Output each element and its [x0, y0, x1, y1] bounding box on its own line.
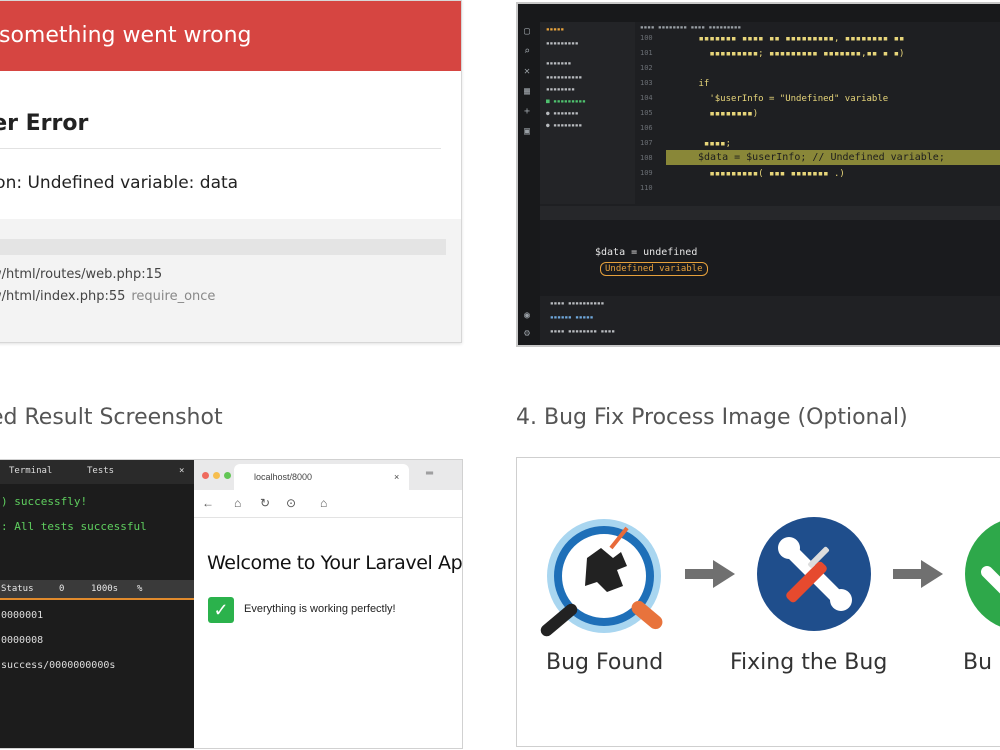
- step-label-fixing: Fixing the Bug: [730, 650, 888, 675]
- fixing-tools-icon: [757, 517, 871, 631]
- status-count: 0: [59, 584, 65, 594]
- terminal: Terminal Tests × ) successfly! : All tes…: [0, 460, 194, 748]
- sidebar-item[interactable]: ▪▪▪▪▪: [546, 26, 564, 33]
- arrow-icon: [685, 560, 735, 588]
- settings-icon[interactable]: ⚙: [524, 328, 530, 339]
- terminal-output-line: : All tests successful: [1, 520, 147, 533]
- browser-toolbar: ← ⌂ ↻ ⊙ ⌂: [194, 490, 462, 518]
- sidebar-item-active[interactable]: ■ ▪▪▪▪▪▪▪▪▪: [546, 98, 586, 105]
- error-banner: something went wrong: [0, 1, 461, 71]
- files-icon[interactable]: ▢: [524, 26, 530, 37]
- trace-header-bar: [0, 239, 446, 255]
- sidebar-item[interactable]: ● ▪▪▪▪▪▪▪: [546, 110, 579, 117]
- browser-tab[interactable]: localhost/8000 ×: [234, 464, 409, 490]
- bottom-item[interactable]: ▪▪▪▪ ▪▪▪▪▪▪▪▪▪▪: [550, 300, 604, 307]
- ide-title-bar: [518, 4, 1000, 22]
- welcome-heading: Welcome to Your Laravel App!: [207, 552, 463, 574]
- menu-icon[interactable]: ═: [426, 468, 433, 479]
- activity-bar: ▢ ⌕ ✕ ▦ + ▣ ◉ ⚙: [518, 22, 540, 345]
- explorer-sidebar: ▪▪▪▪▪ ▪▪▪▪▪▪▪▪▪ ▪▪▪▪▪▪▪ ▪▪▪▪▪▪▪▪▪▪ ▪▪▪▪▪…: [540, 22, 635, 204]
- bottom-item[interactable]: ▪▪▪▪▪▪ ▪▪▪▪▪: [550, 314, 593, 321]
- highlighted-code: $data = $userInfo; // Undefined variable…: [698, 152, 945, 163]
- search-icon[interactable]: ⌕: [524, 46, 530, 57]
- stop-icon[interactable]: ⊙: [286, 496, 296, 510]
- browser-tab-title: localhost/8000: [254, 472, 313, 482]
- success-message: Everything is working perfectly!: [244, 603, 396, 615]
- status-time: 1000s: [91, 584, 119, 594]
- error-banner-text: something went wrong: [0, 23, 252, 48]
- trace-file: w/html/index.php:55: [0, 289, 126, 304]
- trace-file: w/html/routes/web.php:15: [0, 267, 163, 282]
- status-percent: %: [137, 584, 143, 594]
- stack-trace: w/html/routes/web.php:15 w/html/index.ph…: [0, 219, 461, 342]
- sidebar-item[interactable]: ▪▪▪▪▪▪▪▪: [546, 86, 575, 93]
- terminal-tabs: Terminal Tests ×: [0, 460, 194, 484]
- bug-fixed-icon: [965, 521, 1000, 627]
- back-icon[interactable]: ←: [202, 496, 214, 510]
- result-panel: Terminal Tests × ) successfly! : All tes…: [0, 459, 463, 749]
- terminal-tab[interactable]: Terminal: [9, 466, 52, 476]
- add-icon[interactable]: +: [524, 106, 530, 117]
- forward-icon[interactable]: ⌂: [234, 496, 241, 510]
- sidebar-item[interactable]: ▪▪▪▪▪▪▪: [546, 60, 571, 67]
- line-numbers: 100 101 102 103 104 105 106 107 108 109 110: [640, 34, 653, 192]
- browser-window: localhost/8000 × ═ ← ⌂ ↻ ⊙ ⌂ Welcome to …: [194, 460, 463, 748]
- divider: [0, 148, 441, 149]
- process-heading: 4. Bug Fix Process Image (Optional): [516, 405, 908, 430]
- close-tab-icon[interactable]: ×: [394, 472, 399, 482]
- debug-variable: $data = undefined: [595, 247, 698, 258]
- bug-found-icon: [540, 519, 663, 637]
- terminal-row: success/0000000000s: [1, 660, 116, 671]
- terminal-row: 0000001: [1, 610, 44, 621]
- debug-icon[interactable]: ✕: [524, 66, 530, 77]
- trace-line: w/html/index.php:55 require_once: [0, 289, 215, 304]
- debug-console: $data = undefined Undefined variable: [540, 220, 1000, 300]
- terminal-status-bar: Status 0 1000s %: [0, 580, 194, 600]
- close-window-icon[interactable]: [202, 472, 209, 479]
- error-title: rver Error: [0, 111, 89, 136]
- debug-panel-header[interactable]: [540, 206, 1000, 220]
- tests-tab[interactable]: Tests: [87, 466, 114, 476]
- terminal-row: 0000008: [1, 635, 44, 646]
- sidebar-item[interactable]: ▪▪▪▪▪▪▪▪▪▪: [546, 74, 582, 81]
- check-icon: ✓: [208, 597, 234, 623]
- trace-line: w/html/routes/web.php:15: [0, 267, 162, 282]
- step-label-bug-found: Bug Found: [546, 650, 664, 675]
- bottom-item[interactable]: ▪▪▪▪ ▪▪▪▪▪▪▪▪ ▪▪▪▪: [550, 328, 615, 335]
- extensions-icon[interactable]: ▦: [524, 86, 530, 97]
- trace-function: require_once: [131, 289, 216, 304]
- sidebar-item[interactable]: ● ▪▪▪▪▪▪▪▪: [546, 122, 582, 129]
- bottom-panel: ▪▪▪▪ ▪▪▪▪▪▪▪▪▪▪ ▪▪▪▪▪▪ ▪▪▪▪▪ ▪▪▪▪ ▪▪▪▪▪▪…: [540, 296, 1000, 345]
- result-heading: ed Result Screenshot: [0, 405, 223, 430]
- sidebar-item[interactable]: ▪▪▪▪▪▪▪▪▪: [546, 40, 579, 47]
- run-icon[interactable]: ▣: [524, 126, 530, 137]
- account-icon[interactable]: ◉: [524, 310, 530, 321]
- maximize-window-icon[interactable]: [224, 472, 231, 479]
- error-page-panel: something went wrong rver Error ption: U…: [0, 0, 462, 343]
- status-label: Status: [1, 584, 34, 594]
- arrow-icon: [893, 560, 943, 588]
- browser-tab-bar: localhost/8000 × ═: [194, 460, 462, 490]
- bug-fix-process-panel: Bug Found Fixing the Bug Bu: [516, 457, 1000, 747]
- reload-icon[interactable]: ↻: [260, 496, 270, 510]
- debug-error-badge: Undefined variable: [600, 262, 708, 276]
- ide-panel: ▢ ⌕ ✕ ▦ + ▣ ◉ ⚙ ▪▪▪▪▪ ▪▪▪▪▪▪▪▪▪ ▪▪▪▪▪▪▪ …: [516, 2, 1000, 347]
- minimize-window-icon[interactable]: [213, 472, 220, 479]
- home-icon[interactable]: ⌂: [320, 496, 327, 510]
- close-icon[interactable]: ×: [179, 466, 184, 476]
- terminal-output-line: ) successfly!: [1, 495, 88, 508]
- step-label-fixed: Bu: [963, 650, 993, 675]
- exception-message: ption: Undefined variable: data: [0, 173, 239, 193]
